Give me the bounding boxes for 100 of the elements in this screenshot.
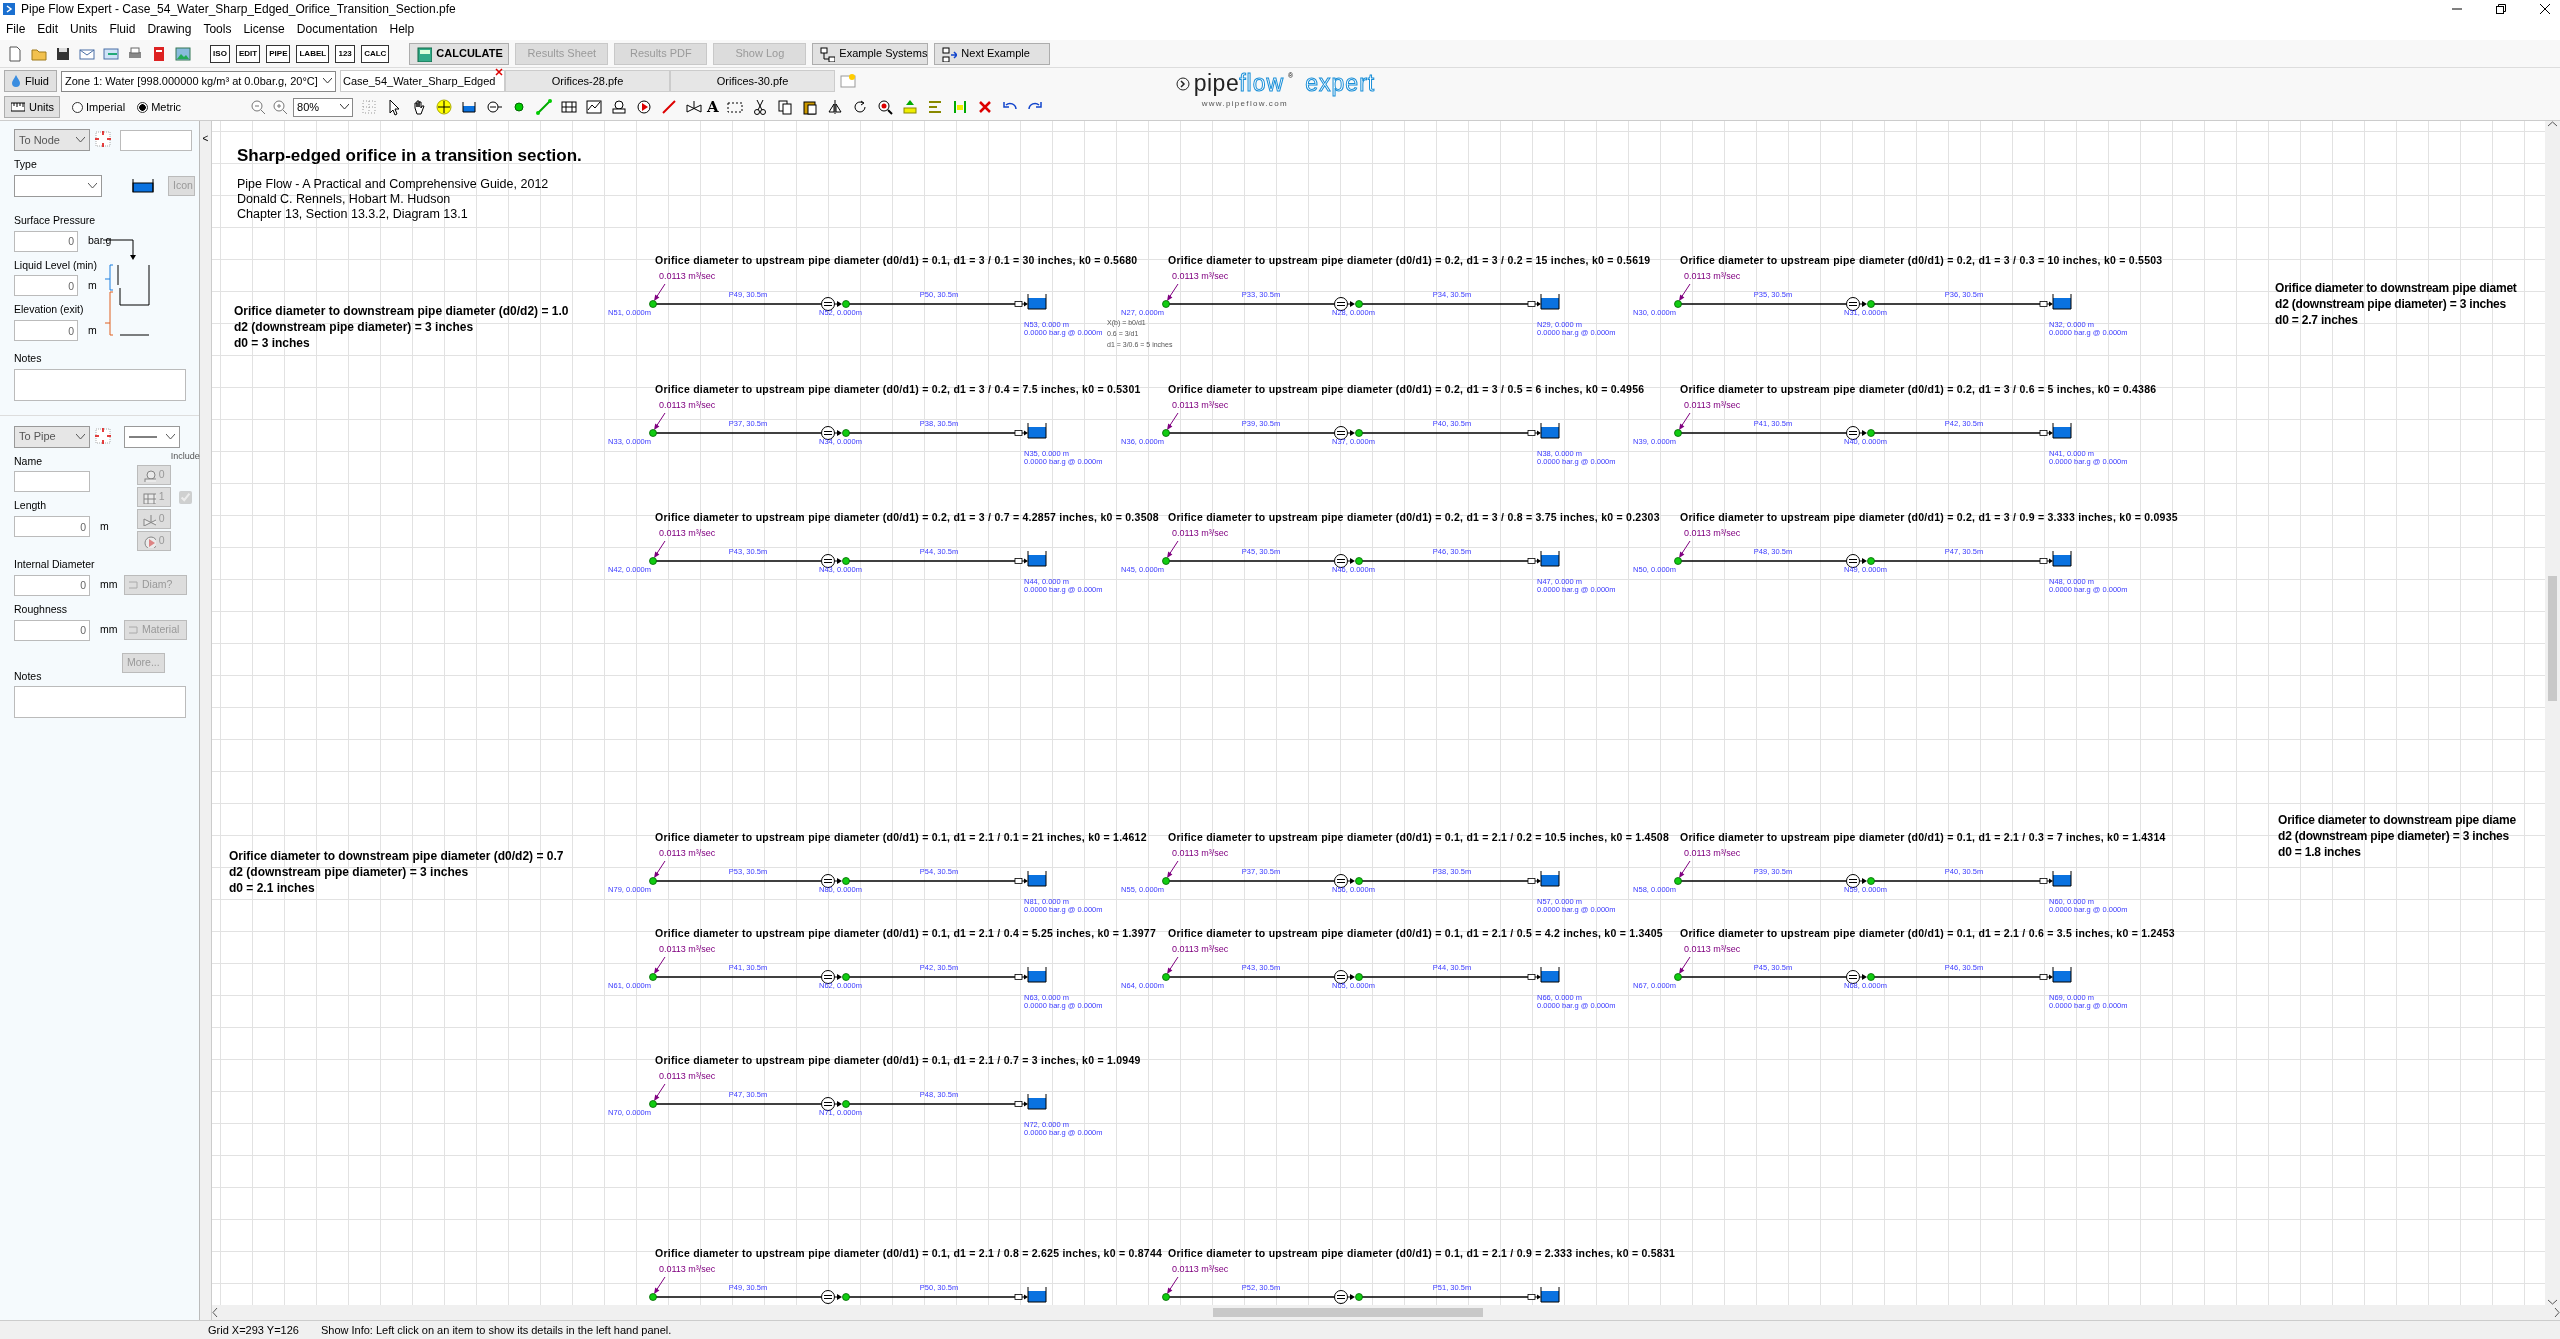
menu-item[interactable]: Fluid	[103, 20, 142, 38]
menu-item[interactable]: Help	[383, 20, 421, 38]
collapse-button[interactable]: <	[202, 133, 209, 144]
junction-node[interactable]	[1674, 973, 1682, 981]
tank-icon[interactable]	[2039, 293, 2072, 310]
junction-node[interactable]	[649, 557, 657, 565]
file-tab[interactable]: Orifices-28.pfe	[505, 70, 670, 92]
tank-icon[interactable]	[1014, 1093, 1047, 1110]
scrollbar-thumb[interactable]	[2548, 576, 2557, 701]
tank-icon[interactable]	[1527, 550, 1560, 567]
file-tab[interactable]: Orifices-30.pfe	[670, 70, 835, 92]
junction-node[interactable]	[649, 877, 657, 885]
junction-node[interactable]	[1162, 877, 1170, 885]
junction-node[interactable]	[1355, 429, 1363, 437]
tank-icon[interactable]	[2039, 870, 2072, 887]
junction-node[interactable]	[1674, 300, 1682, 308]
junction-node[interactable]	[649, 429, 657, 437]
tank-icon[interactable]	[1527, 966, 1560, 983]
search-icon[interactable]	[875, 98, 894, 116]
input-field[interactable]: 0	[14, 230, 78, 252]
tool-button[interactable]: 123	[335, 44, 356, 63]
scroll-right-icon[interactable]	[2554, 1308, 2560, 1317]
tool-button[interactable]: ISO	[210, 44, 230, 63]
pipe-selector[interactable]: To Pipe	[14, 425, 90, 448]
input-field[interactable]: 0	[14, 275, 78, 297]
image-icon[interactable]	[174, 44, 192, 63]
scroll-up-icon[interactable]	[2548, 121, 2557, 127]
junction-node[interactable]	[842, 877, 850, 885]
menu-item[interactable]: License	[237, 20, 291, 38]
menu-item[interactable]: File	[0, 20, 32, 38]
line-style-dropdown[interactable]	[124, 425, 180, 448]
zoom-in-icon[interactable]	[271, 98, 290, 116]
move-icon[interactable]	[435, 98, 454, 116]
tank-icon[interactable]	[1527, 1286, 1560, 1303]
menu-item[interactable]: Edit	[31, 20, 65, 38]
node-selector[interactable]: To Node	[14, 129, 90, 151]
junction-node[interactable]	[1867, 973, 1875, 981]
junction-node[interactable]	[1867, 429, 1875, 437]
input-field[interactable]	[14, 471, 90, 493]
toolbar-button[interactable]: Example Systems	[812, 42, 929, 65]
menu-item[interactable]: Drawing	[141, 20, 198, 38]
tank-icon[interactable]	[1527, 422, 1560, 439]
tool-button[interactable]: PIPE	[266, 44, 291, 63]
junction-node[interactable]	[649, 1100, 657, 1108]
input-field[interactable]: 0	[14, 574, 90, 596]
unit-radio[interactable]: Imperial	[72, 98, 126, 116]
tank-icon[interactable]	[1014, 293, 1047, 310]
notes-field[interactable]	[14, 686, 186, 719]
units-button[interactable]: Units	[4, 96, 60, 118]
target-icon[interactable]	[94, 426, 114, 447]
copy-icon[interactable]	[775, 98, 794, 116]
menu-item[interactable]: Units	[64, 20, 104, 38]
junction-node[interactable]	[1162, 429, 1170, 437]
junction-node[interactable]	[1355, 557, 1363, 565]
valve-icon[interactable]	[685, 98, 704, 116]
tank-icon[interactable]	[1014, 870, 1047, 887]
tool-button[interactable]: CALC	[361, 44, 390, 63]
menu-item[interactable]: Tools	[197, 20, 238, 38]
junction-node[interactable]	[649, 973, 657, 981]
junction-node[interactable]	[842, 973, 850, 981]
junction-node[interactable]	[1355, 973, 1363, 981]
junction-node[interactable]	[649, 300, 657, 308]
fitting-icon[interactable]	[610, 98, 629, 116]
tank-icon[interactable]	[2039, 550, 2072, 567]
notes-field[interactable]	[14, 368, 186, 401]
tool-button[interactable]: LABEL	[296, 44, 330, 63]
tank-icon[interactable]	[2039, 966, 2072, 983]
tank-icon[interactable]	[2039, 422, 2072, 439]
junction-node[interactable]	[1355, 1293, 1363, 1301]
fluid-button[interactable]: Fluid	[4, 70, 57, 92]
junction-node[interactable]	[1162, 1293, 1170, 1301]
calculate-button[interactable]: CALCULATE	[409, 42, 510, 65]
junction-node[interactable]	[649, 1293, 657, 1301]
flip-icon[interactable]	[825, 98, 844, 116]
chart-icon[interactable]	[585, 98, 604, 116]
pump-icon[interactable]	[635, 98, 654, 116]
tank-icon[interactable]	[1527, 293, 1560, 310]
close-icon[interactable]	[2540, 4, 2550, 14]
scroll-left-icon[interactable]	[212, 1308, 218, 1317]
toolbar-button[interactable]: Next Example	[934, 42, 1051, 65]
unit-radio[interactable]: Metric	[137, 98, 182, 116]
junction-node[interactable]	[1162, 557, 1170, 565]
junction-node[interactable]	[842, 1100, 850, 1108]
junction-node[interactable]	[842, 429, 850, 437]
file-tab[interactable]: Case_54_Water_Sharp_Edged	[340, 70, 505, 92]
paste-icon[interactable]	[800, 98, 819, 116]
junction-node[interactable]	[1867, 557, 1875, 565]
tool-button[interactable]: EDIT	[236, 44, 261, 63]
radio-dot[interactable]	[137, 101, 149, 113]
junction-node[interactable]	[1674, 557, 1682, 565]
tank-icon[interactable]	[1014, 1286, 1047, 1303]
junction-node[interactable]	[1355, 877, 1363, 885]
junction-node[interactable]	[842, 300, 850, 308]
tank-icon[interactable]	[1014, 966, 1047, 983]
input-field[interactable]: 0	[14, 516, 90, 537]
junction-node[interactable]	[1867, 300, 1875, 308]
junction-node[interactable]	[1674, 429, 1682, 437]
type-dropdown[interactable]	[14, 174, 102, 197]
junction-node[interactable]	[1867, 877, 1875, 885]
tank-icon[interactable]	[1014, 422, 1047, 439]
